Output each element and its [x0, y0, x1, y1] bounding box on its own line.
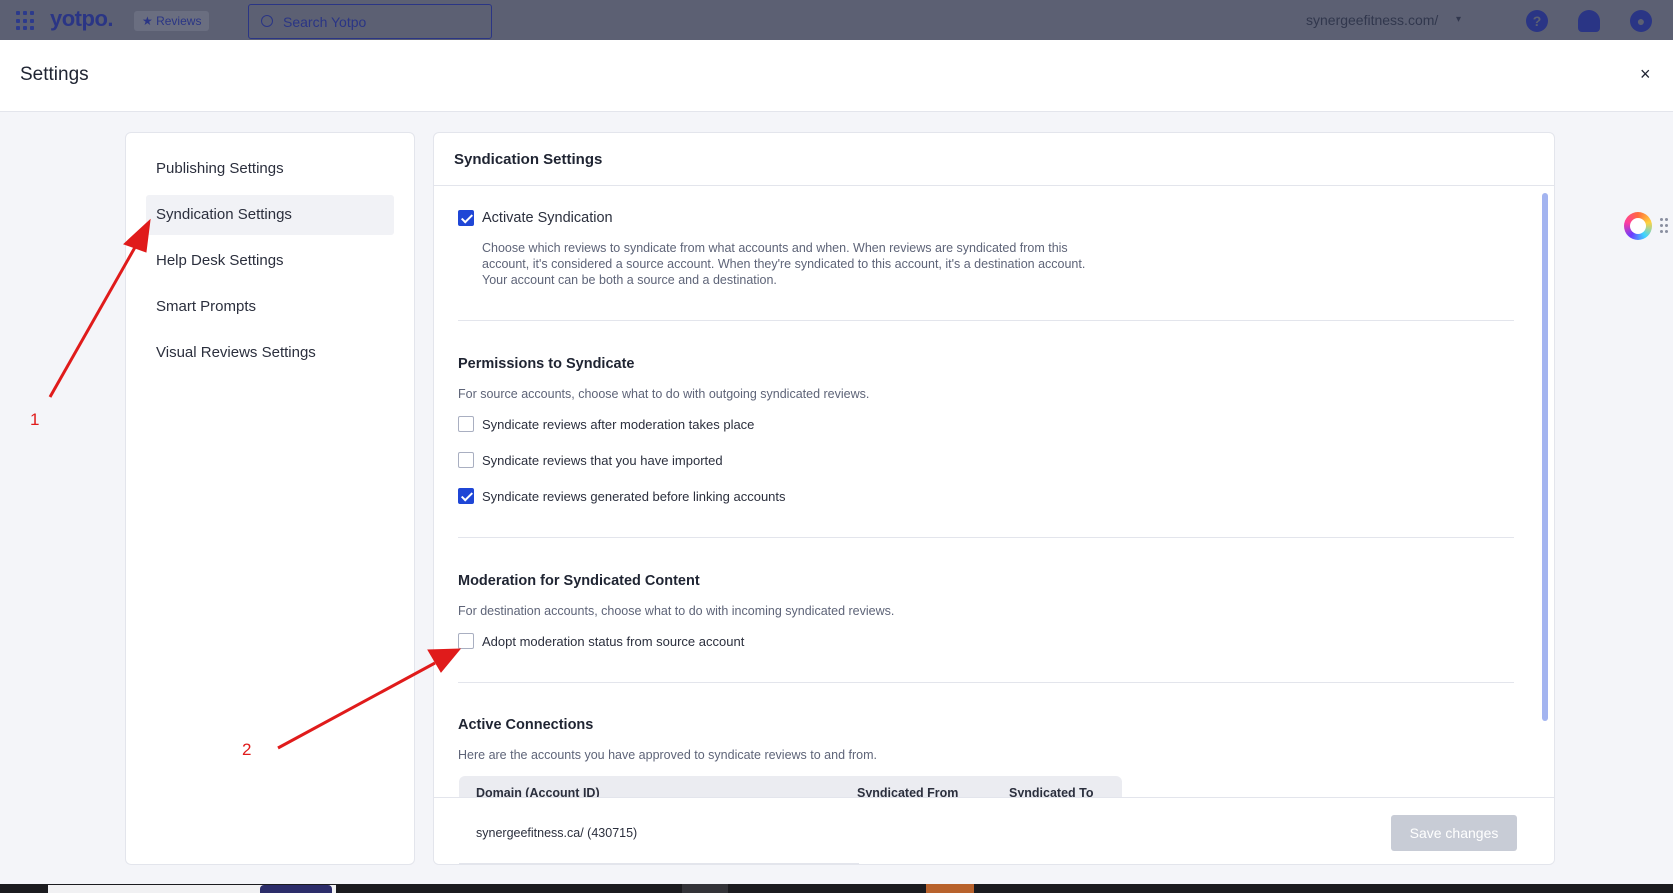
top-navigation: yotpo. ★ Reviews Search Yotpo synergeefi… [0, 0, 1673, 40]
sidebar-item-syndication-settings[interactable]: Syndication Settings [146, 195, 394, 235]
search-placeholder: Search Yotpo [283, 14, 367, 30]
permissions-title: Permissions to Syndicate [458, 356, 635, 372]
activate-description-line-2: account, it's considered a source accoun… [482, 257, 1086, 271]
close-icon[interactable]: × [1640, 64, 1651, 85]
bell-icon[interactable] [1578, 10, 1600, 32]
account-selector[interactable]: synergeefitness.com/ [1306, 12, 1438, 28]
table-row: synergeefitness.ca/ (430715) [459, 798, 859, 864]
syndicate-before-linking-label: Syndicate reviews generated before linki… [482, 489, 786, 504]
apps-grid-icon[interactable] [16, 11, 36, 31]
adopt-moderation-status-checkbox[interactable] [458, 633, 474, 649]
syndicate-imported-checkbox[interactable] [458, 452, 474, 468]
os-taskbar [0, 884, 1673, 893]
sidebar-item-visual-reviews-settings[interactable]: Visual Reviews Settings [146, 333, 394, 373]
annotation-label-2: 2 [242, 740, 252, 759]
annotation-label-1: 1 [30, 410, 40, 429]
connection-domain-cell: synergeefitness.ca/ (430715) [476, 826, 638, 840]
save-changes-button[interactable]: Save changes [1391, 815, 1517, 851]
sidebar-item-publishing-settings[interactable]: Publishing Settings [146, 149, 394, 189]
divider [434, 185, 1554, 186]
divider [458, 682, 1514, 683]
adopt-moderation-status-label: Adopt moderation status from source acco… [482, 634, 745, 649]
syndicate-before-linking-checkbox[interactable] [458, 488, 474, 504]
syndication-settings-panel: Syndication Settings Activate Syndicatio… [433, 132, 1555, 865]
help-icon[interactable]: ? [1526, 10, 1548, 32]
syndicate-after-moderation-checkbox[interactable] [458, 416, 474, 432]
syndicate-imported-label: Syndicate reviews that you have imported [482, 453, 723, 468]
search-input[interactable]: Search Yotpo [248, 4, 492, 39]
divider [459, 863, 859, 864]
connections-description: Here are the accounts you have approved … [458, 748, 877, 762]
sidebar-item-help-desk-settings[interactable]: Help Desk Settings [146, 241, 394, 281]
activate-description-line-1: Choose which reviews to syndicate from w… [482, 241, 1068, 255]
taskbar-item[interactable] [926, 884, 974, 893]
moderation-title: Moderation for Syndicated Content [458, 573, 700, 589]
activate-syndication-label: Activate Syndication [482, 210, 613, 226]
taskbar-item[interactable] [682, 884, 728, 893]
panel-title: Syndication Settings [454, 151, 603, 168]
settings-header: Settings × [0, 40, 1673, 112]
taskbar-item[interactable] [260, 885, 332, 893]
divider [458, 537, 1514, 538]
moderation-description: For destination accounts, choose what to… [458, 604, 895, 618]
permissions-description: For source accounts, choose what to do w… [458, 387, 870, 401]
drag-handle-icon[interactable] [1660, 218, 1668, 234]
sidebar-item-smart-prompts[interactable]: Smart Prompts [146, 287, 394, 327]
panel-footer: synergeefitness.ca/ (430715) Save change… [434, 797, 1554, 864]
user-icon[interactable]: ● [1630, 10, 1652, 32]
scrollbar[interactable] [1542, 193, 1548, 721]
divider [458, 320, 1514, 321]
product-badge-reviews[interactable]: ★ Reviews [134, 11, 210, 31]
page-title: Settings [20, 64, 89, 85]
yotpo-logo[interactable]: yotpo. [50, 6, 114, 32]
activate-description-line-3: Your account can be both a source and a … [482, 273, 777, 287]
search-icon [261, 15, 273, 27]
activate-syndication-checkbox[interactable] [458, 210, 474, 226]
chevron-down-icon[interactable]: ▾ [1456, 14, 1461, 25]
chat-widget-icon[interactable] [1624, 212, 1652, 240]
settings-sidebar: Publishing Settings Syndication Settings… [125, 132, 415, 865]
connections-title: Active Connections [458, 717, 594, 733]
syndicate-after-moderation-label: Syndicate reviews after moderation takes… [482, 417, 755, 432]
